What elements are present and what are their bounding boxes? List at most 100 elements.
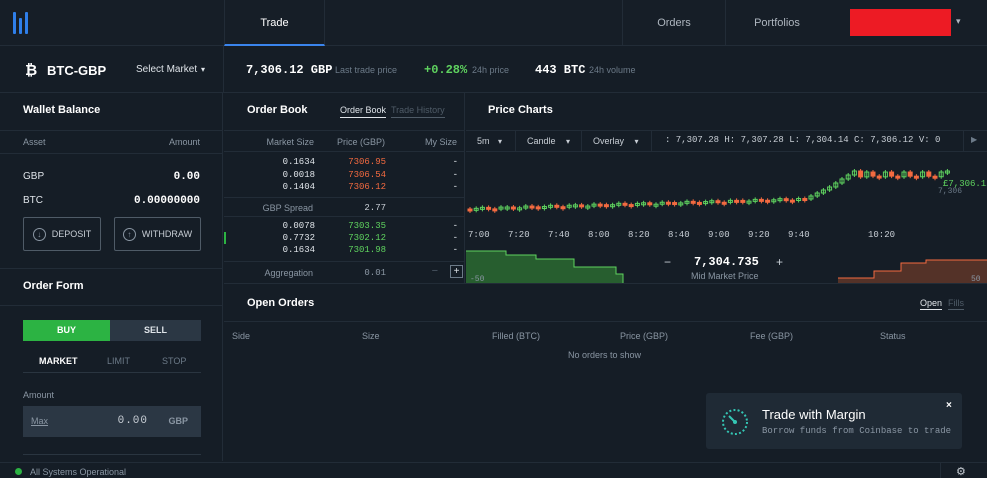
order-type-limit[interactable]: LIMIT xyxy=(107,356,130,366)
price-change: +0.28% xyxy=(424,63,468,77)
account-menu-redacted[interactable] xyxy=(850,9,951,36)
ask-row[interactable]: 0.1404 7306.12 - xyxy=(224,182,465,194)
spread-label: GBP Spread xyxy=(262,203,313,213)
col-fee: Fee (GBP) xyxy=(750,331,794,341)
divider xyxy=(0,305,223,306)
chart-type-select[interactable]: Candle ▾ xyxy=(516,131,582,151)
max-link[interactable]: Max xyxy=(31,416,48,426)
candle xyxy=(603,204,609,208)
chevron-down-icon[interactable]: ▾ xyxy=(956,16,961,27)
tab-fills[interactable]: Fills xyxy=(948,298,964,310)
zoom-out-button[interactable]: − xyxy=(664,255,671,269)
bid-row[interactable]: 0.0078 7303.35 - xyxy=(224,221,465,233)
subtab-trade-history[interactable]: Trade History xyxy=(391,105,445,118)
interval-select[interactable]: 5m ▾ xyxy=(466,131,516,151)
candle xyxy=(870,171,876,177)
amount-input[interactable]: Max 0.00 GBP xyxy=(23,406,201,437)
divider xyxy=(0,153,223,154)
divider xyxy=(0,268,223,269)
nav-tab-portfolios[interactable]: Portfolios xyxy=(725,0,828,46)
bid-row[interactable]: 0.7732 7302.12 - xyxy=(224,233,465,245)
interval-value: 5m xyxy=(477,136,490,146)
chevron-down-icon: ▾ xyxy=(498,137,503,146)
candle xyxy=(696,201,702,205)
col-status: Status xyxy=(880,331,906,341)
amount-value[interactable]: 0.00 xyxy=(118,415,148,427)
aggregation-increase-button[interactable]: + xyxy=(450,265,463,278)
margin-promo-card[interactable]: Trade with Margin Borrow funds from Coin… xyxy=(706,393,962,449)
bid-my-size: - xyxy=(452,221,458,231)
divider xyxy=(0,130,223,131)
ask-size: 0.1404 xyxy=(282,182,315,192)
tab-open[interactable]: Open xyxy=(920,298,943,310)
order-form-title: Order Form xyxy=(23,280,84,292)
chevron-down-icon[interactable]: ▾ xyxy=(201,65,205,74)
spread-row: GBP Spread 2.77 xyxy=(224,197,465,217)
open-orders-title: Open Orders xyxy=(247,297,315,309)
bid-price: 7302.12 xyxy=(348,233,386,243)
ask-my-size: - xyxy=(452,170,458,180)
gear-icon[interactable]: ⚙ xyxy=(956,465,966,478)
bid-row[interactable]: 0.1634 7301.98 - xyxy=(224,245,465,257)
col-filled: Filled (BTC) xyxy=(492,331,541,341)
aggregation-row: Aggregation 0.01 − + xyxy=(224,261,465,283)
divider xyxy=(23,372,201,373)
time-tick-label: 7:20 xyxy=(508,230,530,240)
status-text[interactable]: All Systems Operational xyxy=(30,467,126,477)
ask-row[interactable]: 0.1634 7306.95 - xyxy=(224,157,465,169)
candle xyxy=(647,202,653,206)
order-type-stop[interactable]: STOP xyxy=(162,356,186,366)
candle xyxy=(622,202,628,206)
price-charts-panel: Price Charts 5m ▾ Candle ▾ Overlay ▾ : 7… xyxy=(466,93,987,283)
candle xyxy=(802,198,808,202)
ohlc-readout: : 7,307.28 H: 7,307.28 L: 7,304.14 C: 7,… xyxy=(665,135,941,145)
divider xyxy=(224,151,465,152)
bid-my-size: - xyxy=(452,245,458,255)
logo-icon[interactable] xyxy=(13,12,35,34)
candle xyxy=(690,200,696,204)
margin-promo-title: Trade with Margin xyxy=(762,407,866,422)
subtab-order-book[interactable]: Order Book xyxy=(340,105,387,118)
candle xyxy=(665,201,671,205)
order-type-market[interactable]: MARKET xyxy=(39,356,78,366)
depth-right-label: 50 xyxy=(971,275,981,283)
overlay-value: Overlay xyxy=(593,136,625,146)
status-bar: All Systems Operational ⚙ xyxy=(0,462,987,478)
candle xyxy=(672,202,678,206)
left-sidebar: Wallet Balance Asset Amount GBP 0.00 BTC… xyxy=(0,93,223,461)
close-icon[interactable]: × xyxy=(946,400,952,411)
sell-button[interactable]: SELL xyxy=(110,320,201,341)
order-book-panel: Order Book Order Book Trade History Mark… xyxy=(224,93,465,283)
candle xyxy=(554,204,560,208)
top-navigation: Trade Orders Portfolios ▾ xyxy=(0,0,987,46)
zoom-in-button[interactable]: + xyxy=(776,255,783,269)
candle xyxy=(529,205,535,209)
divider xyxy=(224,321,987,322)
time-tick-label: 8:20 xyxy=(628,230,650,240)
nav-tab-orders[interactable]: Orders xyxy=(622,0,725,46)
deposit-button[interactable]: ↓ DEPOSIT xyxy=(23,217,101,251)
overlay-select[interactable]: Overlay ▾ xyxy=(582,131,652,151)
wallet-amount-gbp: 0.00 xyxy=(173,171,200,183)
play-icon[interactable]: ▶ xyxy=(971,135,977,144)
candle xyxy=(765,199,771,203)
ask-my-size: - xyxy=(452,157,458,167)
withdraw-button[interactable]: ↑ WITHDRAW xyxy=(114,217,201,251)
empty-state: No orders to show xyxy=(568,350,642,360)
time-tick-label: 9:00 xyxy=(708,230,730,240)
ask-size: 0.0018 xyxy=(282,170,315,180)
status-dot-icon xyxy=(15,468,22,475)
nav-tab-trade[interactable]: Trade xyxy=(224,0,325,46)
candle xyxy=(895,175,901,179)
col-price: Price (GBP) xyxy=(336,137,385,147)
candle xyxy=(789,199,795,203)
divider xyxy=(940,463,941,478)
bitcoin-icon: ₿ xyxy=(25,62,38,79)
candle xyxy=(467,208,473,212)
select-market-button[interactable]: Select Market xyxy=(136,64,197,75)
amount-label: Amount xyxy=(23,390,55,400)
buy-button[interactable]: BUY xyxy=(23,320,110,341)
aggregation-decrease-button[interactable]: − xyxy=(432,265,438,277)
ask-row[interactable]: 0.0018 7306.54 - xyxy=(224,170,465,182)
price-charts-title: Price Charts xyxy=(488,104,553,116)
